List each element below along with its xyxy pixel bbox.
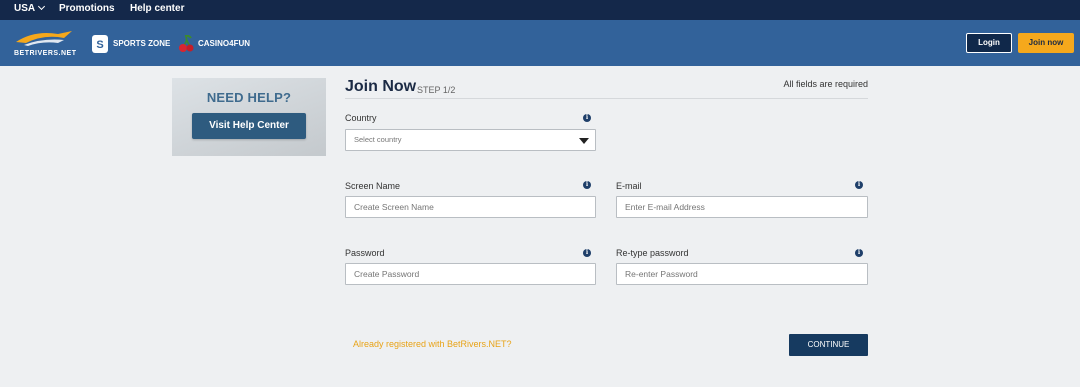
screen-name-label: Screen Name [345,181,401,191]
sports-zone-label: SPORTS ZONE [113,39,171,48]
country-info-icon[interactable]: i [583,114,591,122]
retype-password-label: Re-type password [616,248,689,258]
retype-password-info-icon[interactable]: i [855,249,863,257]
casino4fun-label: CASINO4FUN [198,39,251,48]
logo-text: BETRIVERS.NET [14,50,77,57]
help-card: NEED HELP? Visit Help Center [172,78,326,156]
password-info-icon[interactable]: i [583,249,591,257]
password-label: Password [345,248,385,258]
chevron-down-icon [38,2,46,11]
title-divider [345,98,868,99]
sports-zone-link[interactable]: S SPORTS ZONE [92,35,172,53]
help-card-title: NEED HELP? [206,90,292,105]
svg-text:S: S [96,39,103,51]
visit-help-center-button[interactable]: Visit Help Center [192,113,306,139]
promotions-link[interactable]: Promotions [59,3,115,14]
login-button[interactable]: Login [966,33,1012,53]
page-title: Join Now [345,78,417,95]
retype-password-input[interactable] [616,263,868,285]
casino4fun-link[interactable]: CASINO4FUN [178,35,258,53]
caret-down-icon [579,138,589,144]
password-input[interactable] [345,263,596,285]
join-now-button[interactable]: Join now [1018,33,1074,53]
required-fields-note: All fields are required [783,79,868,89]
screen-name-input[interactable] [345,196,596,218]
continue-button[interactable]: CONTINUE [789,334,868,356]
email-input[interactable] [616,196,868,218]
email-label: E-mail [616,181,642,191]
country-select-value: Select country [354,135,402,144]
country-select[interactable]: Select country [345,129,596,151]
already-registered-link[interactable]: Already registered with BetRivers.NET? [353,339,512,349]
country-label: Country [345,113,377,123]
screen-name-info-icon[interactable]: i [583,181,591,189]
region-selector[interactable]: USA [14,2,46,14]
site-header: BETRIVERS.NET S SPORTS ZONE CASINO4FUN L… [0,20,1080,66]
top-bar: USA Promotions Help center [0,0,1080,20]
step-indicator: STEP 1/2 [417,85,456,95]
region-label: USA [14,3,36,14]
sports-zone-icon: S [92,35,108,53]
betrivers-logo[interactable]: BETRIVERS.NET [14,28,82,58]
logo-swoosh-icon [16,31,72,46]
email-info-icon[interactable]: i [855,181,863,189]
cherry-icon [179,35,194,52]
help-center-link[interactable]: Help center [130,3,184,14]
